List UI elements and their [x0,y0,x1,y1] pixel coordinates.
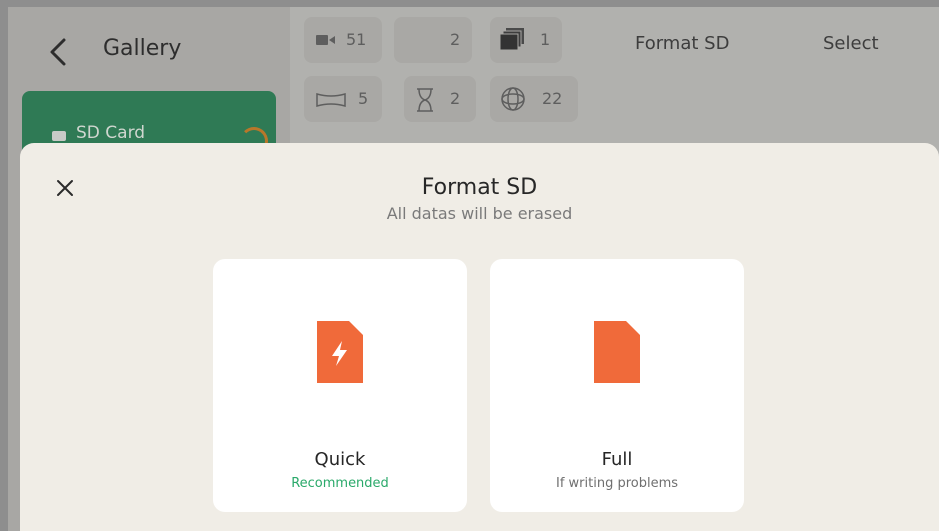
panorama-icon [316,93,346,107]
stack-icon [500,28,524,51]
dialog-title: Format SD [421,175,538,200]
format-sd-link[interactable]: Format SD [635,33,729,54]
option-subtitle: If writing problems [555,476,679,491]
filter-count: 1 [540,30,551,49]
sd-card-label: SD Card [76,123,146,143]
format-sd-dialog: Format SD All datas will be erased Quick… [20,143,939,531]
video-icon [316,35,335,45]
hourglass-icon [417,88,433,112]
sd-card-icon [52,131,66,141]
filter-panoramas[interactable]: 5 [304,76,382,122]
option-title: Full [601,449,633,470]
filter-count: 2 [450,30,461,49]
filter-other[interactable]: 2 [394,17,472,63]
filter-360[interactable]: 22 [490,76,578,122]
gallery-title: Gallery [103,36,182,61]
option-title: Quick [314,449,366,470]
filter-count: 5 [358,89,369,108]
filter-bursts[interactable]: 1 [490,17,562,63]
filter-count: 22 [542,89,563,108]
filter-count: 51 [346,30,367,49]
file-icon [594,321,640,383]
option-subtitle: Recommended [291,476,389,491]
dialog-subtitle: All datas will be erased [386,204,573,223]
filter-count: 2 [450,89,461,108]
file-lightning-icon [317,321,363,383]
sphere-icon [501,87,525,111]
select-button[interactable]: Select [823,33,879,54]
back-arrow-icon[interactable] [46,37,70,67]
full-format-option[interactable]: Full If writing problems [490,259,744,512]
quick-format-option[interactable]: Quick Recommended [213,259,467,512]
filter-timelapse[interactable]: 2 [404,76,476,122]
filter-videos[interactable]: 51 [304,17,382,63]
